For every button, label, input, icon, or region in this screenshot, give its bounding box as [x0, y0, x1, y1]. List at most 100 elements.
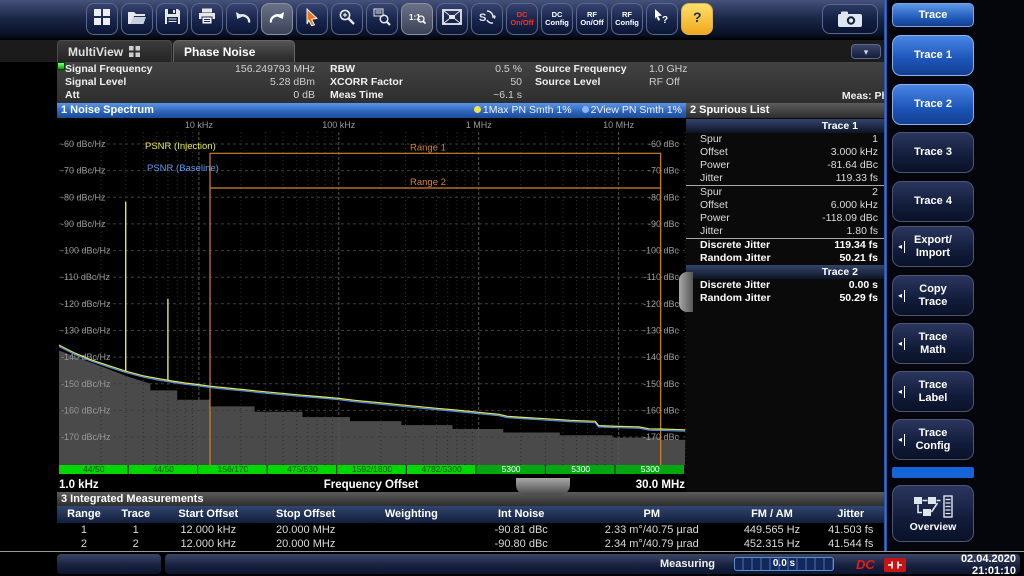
table-cell [355, 523, 467, 537]
noise-spectrum-header[interactable]: 1 Noise Spectrum 1Max PN Smth 1% 2View PN… [57, 103, 686, 118]
spurious-row-value: 3.000 kHz [831, 146, 878, 159]
softkey-trace-4[interactable]: Trace 4 [892, 181, 974, 222]
measurement-progress-bar: 0.0 s [734, 557, 834, 571]
spurious-row-value: 119.34 fs [834, 239, 878, 252]
y-tick-label-right: -80 dBc [648, 192, 680, 202]
overview-button-label: Overview [910, 521, 957, 533]
info-label: Signal Level [65, 76, 126, 88]
table-cell: -90.81 dBc [467, 523, 575, 537]
spurious-row-value: 1.80 fs [846, 225, 878, 238]
spurious-trace-band: Trace 2 [686, 265, 886, 279]
screenshot-button[interactable] [822, 4, 878, 34]
tab-phase-noise[interactable]: Phase Noise [173, 40, 295, 62]
windows-icon [93, 8, 111, 31]
sweep-button[interactable]: S [471, 3, 503, 35]
info-label: Meas Time [330, 89, 384, 101]
table-cell: 41.503 fs [815, 523, 885, 537]
folder-icon [127, 9, 147, 30]
info-label: RBW [330, 63, 355, 75]
integrated-measurements-title[interactable]: 3 Integrated Measurements [57, 492, 886, 506]
table-header-cell: Stop Offset [256, 506, 355, 523]
spurious-row-value: 0.00 s [849, 279, 878, 292]
x-axis-title: Frequency Offset [324, 479, 419, 491]
rf-onoff-button[interactable]: RFOn/Off [576, 3, 608, 35]
time-label: 21:01:10 [900, 565, 1016, 576]
softkey-trace-1[interactable]: Trace 1 [892, 35, 974, 76]
spurious-list-title[interactable]: 2 Spurious List [686, 103, 886, 118]
zoom-1to1-button[interactable]: 1:1 [401, 3, 433, 35]
spurious-row-value: 119.33 fs [836, 172, 878, 185]
info-label: Signal Frequency [65, 63, 153, 75]
softkey-label: CopyTrace [919, 283, 948, 309]
vertical-splitter-handle[interactable] [679, 272, 693, 312]
spurious-list-window: 2 Spurious List Trace 1Spur1Offset3.000 … [686, 103, 886, 492]
svg-text:S: S [479, 12, 486, 24]
zoom-button[interactable] [331, 3, 363, 35]
softkey-export-import[interactable]: ◂Export/Import [892, 226, 974, 267]
softkey-trace-2[interactable]: Trace 2 [892, 84, 974, 125]
date-label: 02.04.2020 [900, 553, 1016, 565]
multiview-grid-icon [129, 46, 140, 57]
zoom-config-button[interactable] [366, 3, 398, 35]
dc-config-button[interactable]: DCConfig [541, 3, 573, 35]
redo-button[interactable] [261, 3, 293, 35]
tab-dropdown-button[interactable]: ▾ [851, 44, 881, 59]
horizontal-splitter-handle[interactable] [516, 478, 570, 495]
table-cell: 20.000 MHz [256, 537, 355, 551]
softkey-trace-config[interactable]: ◂TraceConfig [892, 419, 974, 460]
softkey-sidebar: Trace Overview Trace 1Trace 2Trace 3Trac… [887, 0, 1024, 551]
undo-button[interactable] [226, 3, 258, 35]
date-time: 02.04.2020 21:01:10 [900, 553, 1016, 576]
spurious-row: Power-81.64 dBc [686, 159, 886, 172]
spurious-row: Discrete Jitter 119.34 fs [686, 238, 886, 252]
open-button[interactable] [121, 3, 153, 35]
undo-icon [233, 9, 252, 30]
spurious-row-label: Spur [700, 186, 722, 199]
y-tick-label-right: -70 dBc [648, 166, 680, 176]
overview-button[interactable]: Overview [892, 485, 974, 542]
legend-trace-1[interactable]: 1Max PN Smth 1% [474, 103, 572, 118]
info-value: 50 [442, 76, 522, 88]
table-cell: 20.000 MHz [256, 523, 355, 537]
legend-label: 2View PN Smth 1% [591, 104, 682, 116]
range-label: Range 2 [410, 177, 446, 188]
spurious-list-body: Trace 1Spur1Offset3.000 kHzPower-81.64 d… [686, 119, 886, 305]
info-value: 0.5 % [442, 63, 522, 75]
status-bar: Measuring 0.0 s DC 02.04.2020 21:01:10 [0, 551, 1024, 576]
y-tick-label-left: -60 dBc/Hz [61, 139, 106, 149]
softkey-label: Trace 1 [914, 49, 952, 62]
print-button[interactable] [191, 3, 223, 35]
save-button[interactable] [156, 3, 188, 35]
select-pointer-button[interactable] [296, 3, 328, 35]
spurious-row-label: Discrete Jitter [700, 239, 770, 252]
x-tick-label: 100 kHz [322, 120, 356, 130]
tab-phase-noise-label: Phase Noise [184, 45, 255, 59]
range-label: Range 1 [410, 142, 446, 153]
display-config-button[interactable] [436, 3, 468, 35]
noise-spectrum-chart[interactable]: 10 kHz100 kHz1 MHz10 MHz-60 dBc/Hz-60 dB… [57, 118, 686, 492]
x-tick-label: 1 MHz [466, 120, 493, 130]
table-cell: -90.80 dBc [467, 537, 575, 551]
softkey-copy-trace[interactable]: ◂CopyTrace [892, 275, 974, 316]
info-value: RF Off [649, 76, 759, 88]
legend-trace-2[interactable]: 2View PN Smth 1% [582, 103, 682, 118]
help-pointer-button[interactable]: ? [646, 3, 678, 35]
spurious-trace-band: Trace 1 [686, 119, 886, 133]
tab-multiview[interactable]: MultiView [57, 40, 172, 62]
table-header-cell: Int Noise [467, 506, 575, 523]
softkey-trace-math[interactable]: ◂TraceMath [892, 323, 974, 364]
table-cell: 2.33 m°/40.75 µrad [575, 523, 728, 537]
windows-button[interactable] [86, 3, 118, 35]
info-label: Source Frequency [535, 63, 627, 75]
softkey-trace-3[interactable]: Trace 3 [892, 132, 974, 173]
spurious-row: Offset3.000 kHz [686, 146, 886, 159]
spurious-row-value: 50.29 fs [839, 292, 878, 305]
y-tick-label-left: -80 dBc/Hz [61, 192, 106, 202]
dc-onoff-button[interactable]: DCOn/Off [506, 3, 538, 35]
rf-config-button[interactable]: RFConfig [611, 3, 643, 35]
help-button[interactable]: ? [681, 3, 713, 35]
y-tick-label-left: -90 dBc/Hz [61, 219, 106, 229]
y-tick-label-left: -160 dBc/Hz [61, 405, 111, 415]
noise-spectrum-title: 1 Noise Spectrum [61, 103, 154, 118]
softkey-trace-label[interactable]: ◂TraceLabel [892, 371, 974, 412]
